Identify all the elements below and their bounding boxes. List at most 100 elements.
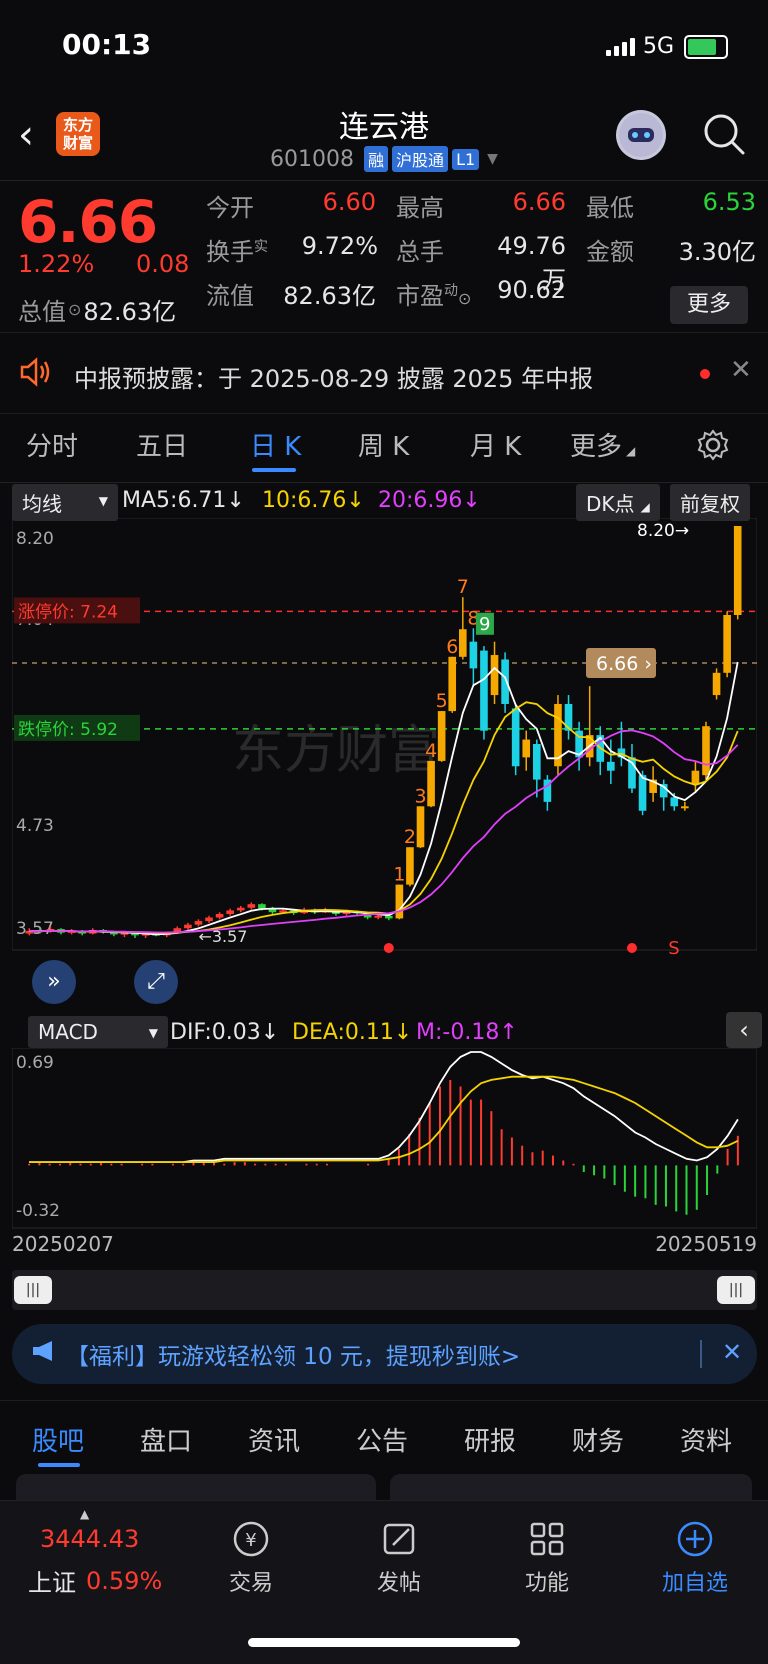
current-price-label: 6.66 › <box>596 653 652 675</box>
candle-body <box>691 770 700 785</box>
yen-circle-icon: ¥ <box>196 1519 306 1565</box>
dif-value: DIF:0.03↓ <box>170 1020 280 1045</box>
tab-more[interactable]: 更多 ◢ <box>570 426 635 463</box>
tab-news[interactable]: 资讯 <box>248 1421 300 1458</box>
dif-line <box>29 1051 739 1163</box>
tab-underline <box>252 468 296 472</box>
promo-banner[interactable]: 【福利】玩游戏轻松领 10 元，提现秒到账> ✕ <box>12 1324 757 1384</box>
candle-body <box>374 915 383 918</box>
last-price: 6.66 <box>18 188 158 256</box>
status-time: 00:13 <box>62 28 152 61</box>
close-icon[interactable]: ✕ <box>730 355 752 385</box>
trade-button[interactable]: ¥ 交易 <box>196 1519 306 1597</box>
assistant-robot-icon[interactable] <box>616 110 666 160</box>
tab-research[interactable]: 研报 <box>464 1421 516 1458</box>
tab-weekly-k[interactable]: 周 K <box>358 426 409 463</box>
dk-point-button[interactable]: DK点 ◢ <box>576 484 660 521</box>
td-signal-label: 3 <box>415 785 427 807</box>
tag-connect: 沪股通 <box>392 146 449 172</box>
network-label: 5G <box>642 34 674 59</box>
chevron-down-icon[interactable]: ▼ <box>487 151 498 167</box>
tag-margin: 融 <box>364 146 389 172</box>
tab-daily-k[interactable]: 日 K <box>250 426 301 463</box>
dea-line <box>29 1075 739 1163</box>
value-float-value: 82.63亿 <box>283 282 376 310</box>
start-date: 20250207 <box>12 1232 114 1256</box>
label-amount: 金额 <box>586 238 634 266</box>
tab-announcements[interactable]: 公告 <box>356 1421 408 1458</box>
label-pe: 市盈动⊙ <box>396 282 472 310</box>
index-value[interactable]: 3444.43 <box>40 1525 139 1553</box>
svg-text:¥: ¥ <box>245 1530 256 1551</box>
content-tabs: 股吧 盘口 资讯 公告 研报 财务 资料 <box>0 1400 768 1475</box>
collapse-icon[interactable]: ‹ <box>726 1012 762 1048</box>
limit-down-label: 跌停价: 5.92 <box>18 720 118 740</box>
ma20-value: 20:6.96↓ <box>378 488 481 513</box>
info-icon[interactable]: ⊙ <box>68 300 81 319</box>
macd-legend: MACD ▼ DIF:0.03↓ DEA:0.11↓ M:-0.18↑ ‹ <box>0 1010 768 1050</box>
candle-body <box>226 910 234 914</box>
td-signal-nine: 9 <box>479 614 490 635</box>
y-tick-label: 3.57 <box>16 919 54 939</box>
label-high: 最高 <box>396 194 444 222</box>
index-name: 上证 <box>28 1569 76 1597</box>
slider-left-handle[interactable]: ||| <box>14 1276 52 1304</box>
notice-bar[interactable]: 中报预披露：于 2025-08-29 披露 2025 年中报 ✕ <box>0 332 768 414</box>
candle-body <box>501 659 509 704</box>
index-info[interactable]: 上证 0.59% <box>28 1563 162 1598</box>
label-turnover: 换手实 <box>206 238 268 266</box>
period-tabs: 分时 五日 日 K 周 K 月 K 更多 ◢ <box>0 412 768 483</box>
expand-left-icon[interactable]: » <box>32 960 76 1004</box>
candle-body <box>733 526 742 615</box>
fullscreen-icon[interactable]: ⤢ <box>134 960 178 1004</box>
candle-body <box>723 614 731 673</box>
caret-up-icon: ▲ <box>80 1507 90 1521</box>
candle-body <box>490 655 499 696</box>
tab-forum[interactable]: 股吧 <box>32 1421 84 1458</box>
candle-body <box>437 711 446 761</box>
value-open: 6.60 <box>322 188 376 216</box>
label-volume: 总手 <box>396 238 444 266</box>
label-open: 今开 <box>206 194 254 222</box>
candle-body <box>395 884 404 919</box>
post-button[interactable]: 发帖 <box>344 1519 454 1597</box>
ma-legend: 均线 ▼ MA5:6.71↓ 10:6.76↓ 20:6.96↓ DK点 ◢ 前复权 <box>0 482 768 521</box>
candle-body <box>205 917 213 922</box>
gear-icon[interactable] <box>696 428 730 466</box>
macd-chart[interactable]: 0.69 -0.32 <box>11 1047 758 1230</box>
tab-five-day[interactable]: 五日 <box>136 426 188 463</box>
close-promo-icon[interactable]: ✕ <box>722 1338 742 1366</box>
candle-body <box>184 924 192 929</box>
watermark: 东方财富 <box>232 721 440 781</box>
status-bar: 00:13 5G <box>0 0 768 96</box>
candle-body <box>194 921 203 925</box>
candle-body <box>681 806 689 809</box>
signal-icon <box>605 37 635 56</box>
candle-body <box>247 904 256 908</box>
range-slider[interactable]: ||| ||| <box>12 1270 757 1310</box>
macd-svg: 0.69 -0.32 <box>11 1047 758 1229</box>
macd-dropdown[interactable]: MACD ▼ <box>28 1016 168 1048</box>
candle-body <box>702 726 710 776</box>
tab-intraday[interactable]: 分时 <box>26 426 78 463</box>
more-button[interactable]: 更多 <box>670 286 748 324</box>
ma5-value: MA5:6.71↓ <box>122 488 245 513</box>
search-icon[interactable] <box>702 112 746 160</box>
tab-finance[interactable]: 财务 <box>572 1421 624 1458</box>
tab-monthly-k[interactable]: 月 K <box>470 426 521 463</box>
tab-profile[interactable]: 资料 <box>680 1421 732 1458</box>
high-price-label: 8.20→ <box>637 521 689 541</box>
adjust-button[interactable]: 前复权 <box>670 484 750 521</box>
td-signal-label: 7 <box>457 576 469 598</box>
ma10-value: 10:6.76↓ <box>262 488 365 513</box>
unread-dot <box>700 369 710 379</box>
indicator-dropdown[interactable]: 均线 ▼ <box>12 484 118 521</box>
slider-right-handle[interactable]: ||| <box>717 1276 755 1304</box>
functions-button[interactable]: 功能 <box>492 1519 602 1597</box>
value-pe: 90.62 <box>497 276 566 304</box>
candle-body <box>522 739 531 758</box>
kline-chart[interactable]: 8.207.045.894.733.57东方财富涨停价: 7.24跌停价: 5.… <box>11 517 758 1008</box>
candle-body <box>607 761 615 771</box>
add-watchlist-button[interactable]: 加自选 <box>640 1519 750 1597</box>
tab-orderbook[interactable]: 盘口 <box>140 1421 192 1458</box>
